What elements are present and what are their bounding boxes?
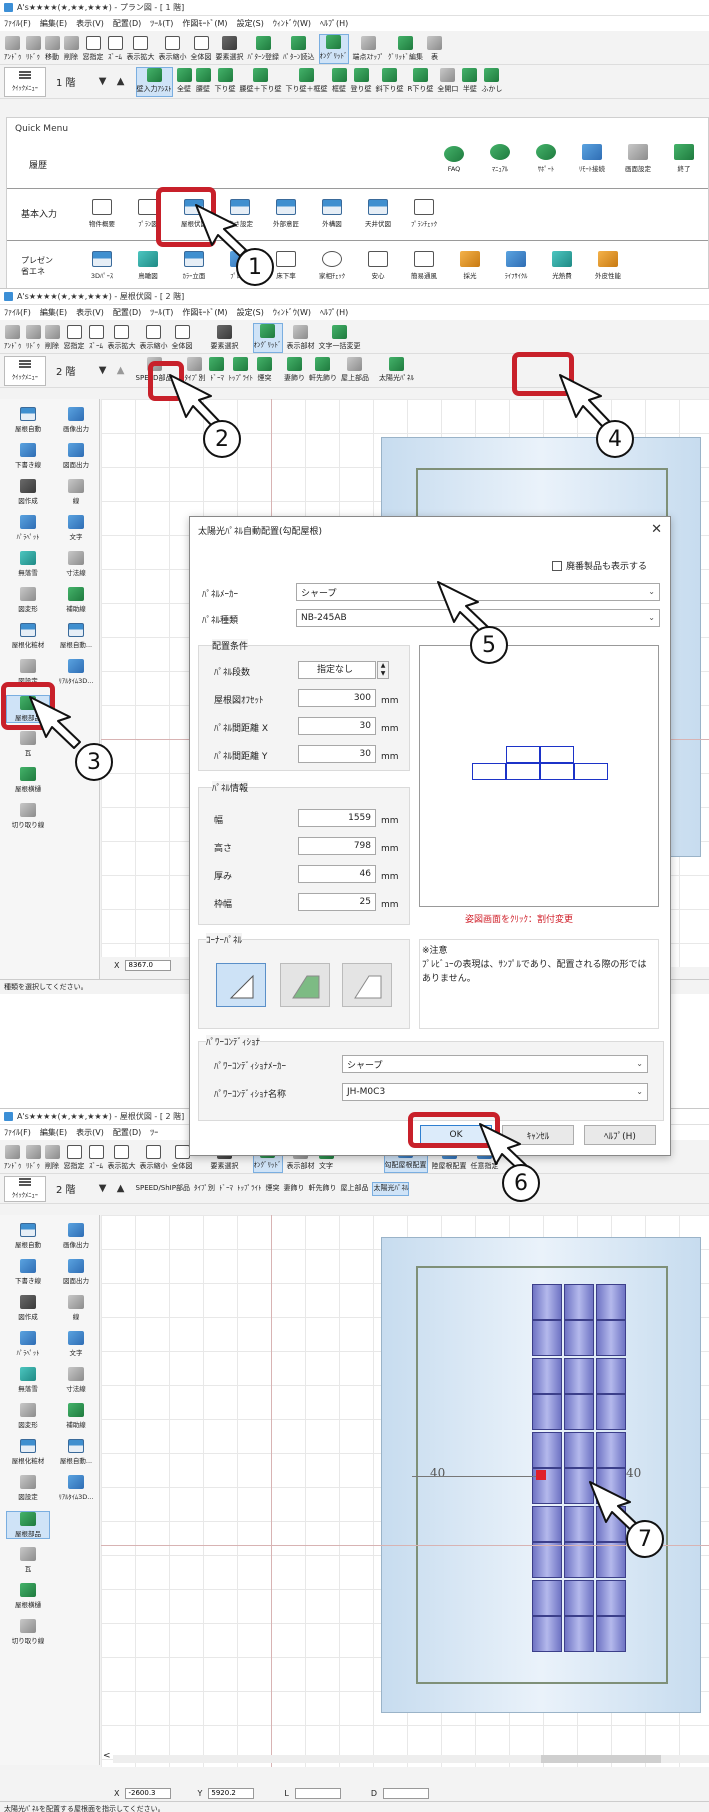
callout-1: 1 [236, 248, 274, 286]
callout-3: 3 [75, 743, 113, 781]
callout-7: 7 [626, 1520, 664, 1558]
callout-5: 5 [470, 626, 508, 664]
callout-6: 6 [502, 1164, 540, 1202]
pointer-1-icon [29, 204, 641, 1534]
callout-2: 2 [203, 420, 241, 458]
callout-4: 4 [596, 420, 634, 458]
